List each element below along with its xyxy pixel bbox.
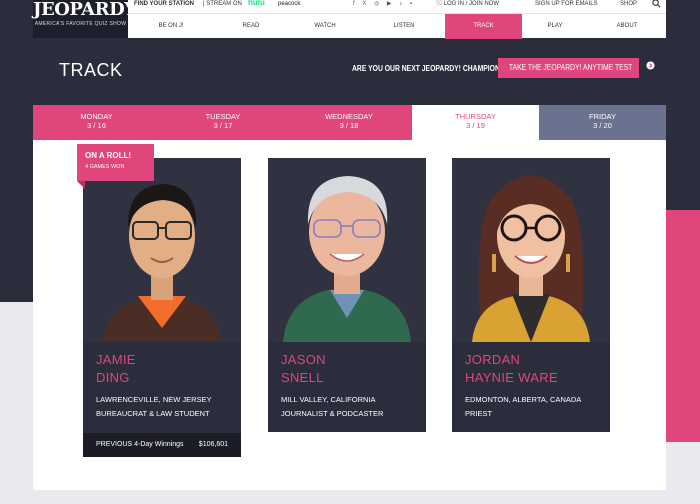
- contestant-photo: [452, 158, 610, 342]
- nav-item-be-on-j[interactable]: BE ON J!: [136, 14, 206, 39]
- contestant-card-jordan[interactable]: JORDAN HAYNIE WARE EDMONTON, ALBERTA, CA…: [452, 158, 610, 432]
- contestant-info: MILL VALLEY, CALIFORNIA JOURNALIST & POD…: [268, 387, 426, 421]
- nav-item-watch[interactable]: WATCH: [290, 14, 360, 39]
- tab-monday[interactable]: MONDAY 3 / 16: [33, 105, 160, 140]
- nav-item-about[interactable]: ABOUT: [592, 14, 662, 39]
- contestant-last-name: SNELL: [281, 370, 324, 385]
- jeopardy-logo[interactable]: JEOPARDY! AMERICA'S FAVORITE QUIZ SHOW: [33, 0, 144, 38]
- login-link[interactable]: ⓘ LOG IN / JOIN NOW: [436, 0, 499, 8]
- tab-day-label: MONDAY: [80, 112, 113, 121]
- arrow-circle-icon: [646, 58, 656, 78]
- nav-item-play[interactable]: PLAY: [520, 14, 590, 39]
- contestant-info: LAWRENCEVILLE, NEW JERSEY BUREAUCRAT & L…: [83, 387, 241, 421]
- tab-wednesday[interactable]: WEDNESDAY 3 / 18: [286, 105, 412, 140]
- anytime-test-button[interactable]: TAKE THE JEOPARDY! ANYTIME TEST: [498, 58, 656, 78]
- contestant-first-name: JORDAN: [465, 352, 521, 367]
- find-station-link[interactable]: FIND YOUR STATION: [134, 0, 194, 8]
- decorative-strip: [666, 210, 700, 442]
- tab-day-label: THURSDAY: [455, 112, 496, 121]
- streak-badge-fold: [77, 181, 85, 189]
- main-nav: BE ON J! READ WATCH LISTEN TRACK PLAY AB…: [128, 13, 666, 39]
- contestant-occupation: PRIEST: [465, 409, 493, 418]
- streak-badge: ON A ROLL! 4 GAMES WON: [77, 144, 154, 181]
- champion-prompt: ARE YOU OUR NEXT JEOPARDY! CHAMPION?: [352, 64, 505, 73]
- contestant-card-jamie[interactable]: JAMIE DING LAWRENCEVILLE, NEW JERSEY BUR…: [83, 158, 241, 457]
- contestant-location: MILL VALLEY, CALIFORNIA: [281, 395, 376, 404]
- tab-date-label: 3 / 19: [466, 121, 485, 130]
- contestant-photo: [83, 158, 241, 342]
- winnings-amount: $106,601: [198, 441, 228, 448]
- tab-day-label: TUESDAY: [205, 112, 241, 121]
- contestant-occupation: BUREAUCRAT & LAW STUDENT: [96, 409, 210, 418]
- contestant-card-jason[interactable]: JASON SNELL MILL VALLEY, CALIFORNIA JOUR…: [268, 158, 426, 432]
- logo-subtitle: AMERICA'S FAVORITE QUIZ SHOW: [34, 21, 127, 27]
- contestant-panel: MONDAY 3 / 16 TUESDAY 3 / 17 WEDNESDAY 3…: [33, 105, 666, 490]
- contestant-last-name: HAYNIE WARE: [465, 370, 558, 385]
- tab-day-label: WEDNESDAY: [325, 112, 373, 121]
- contestant-photo: [268, 158, 426, 342]
- tab-thursday[interactable]: THURSDAY 3 / 19: [412, 105, 539, 140]
- nav-item-read[interactable]: READ: [216, 14, 286, 39]
- contestant-name: JORDAN HAYNIE WARE: [452, 342, 610, 387]
- tab-date-label: 3 / 18: [339, 121, 359, 130]
- contestant-occupation: JOURNALIST & PODCASTER: [281, 409, 384, 418]
- contestant-info: EDMONTON, ALBERTA, CANADA PRIEST: [452, 387, 610, 421]
- day-tabs: MONDAY 3 / 16 TUESDAY 3 / 17 WEDNESDAY 3…: [33, 105, 666, 140]
- winnings-bar: PREVIOUS 4-Day Winnings $106,601: [83, 433, 241, 457]
- signup-emails-link[interactable]: SIGN UP FOR EMAILS: [535, 0, 598, 8]
- winnings-label: PREVIOUS 4-Day Winnings: [96, 441, 184, 448]
- contestant-name: JAMIE DING: [83, 342, 241, 387]
- stream-on-label: | STREAM ON: [203, 1, 242, 7]
- nav-item-listen[interactable]: LISTEN: [369, 14, 439, 39]
- tab-date-label: 3 / 16: [87, 121, 106, 130]
- logo-title: JEOPARDY!: [33, 0, 144, 20]
- hulu-link[interactable]: hulu: [248, 0, 265, 7]
- tab-date-label: 3 / 20: [593, 121, 612, 130]
- tab-tuesday[interactable]: TUESDAY 3 / 17: [160, 105, 286, 140]
- contestant-location: EDMONTON, ALBERTA, CANADA: [465, 395, 582, 404]
- page-title: TRACK: [59, 60, 123, 80]
- contestant-location: LAWRENCEVILLE, NEW JERSEY: [96, 395, 212, 404]
- tab-day-label: FRIDAY: [589, 112, 616, 121]
- tab-date-label: 3 / 17: [213, 121, 233, 130]
- streak-subtitle: 4 GAMES WON: [85, 164, 125, 170]
- shop-link[interactable]: SHOP: [620, 0, 637, 8]
- utility-bar: FIND YOUR STATION | STREAM ON hulu peaco…: [128, 0, 666, 13]
- peacock-link[interactable]: peacock: [278, 0, 300, 8]
- contestant-name: JASON SNELL: [268, 342, 426, 387]
- nav-item-track[interactable]: TRACK: [445, 14, 522, 39]
- search-icon[interactable]: [652, 0, 661, 10]
- contestant-first-name: JASON: [281, 352, 326, 367]
- streak-title: ON A ROLL!: [85, 151, 132, 160]
- social-icons[interactable]: f X ◎ ▶ ♪ ▪: [353, 0, 415, 8]
- contestant-first-name: JAMIE: [96, 352, 136, 367]
- contestant-last-name: DING: [96, 370, 130, 385]
- tab-friday[interactable]: FRIDAY 3 / 20: [539, 105, 666, 140]
- anytime-test-label: TAKE THE JEOPARDY! ANYTIME TEST: [508, 63, 633, 73]
